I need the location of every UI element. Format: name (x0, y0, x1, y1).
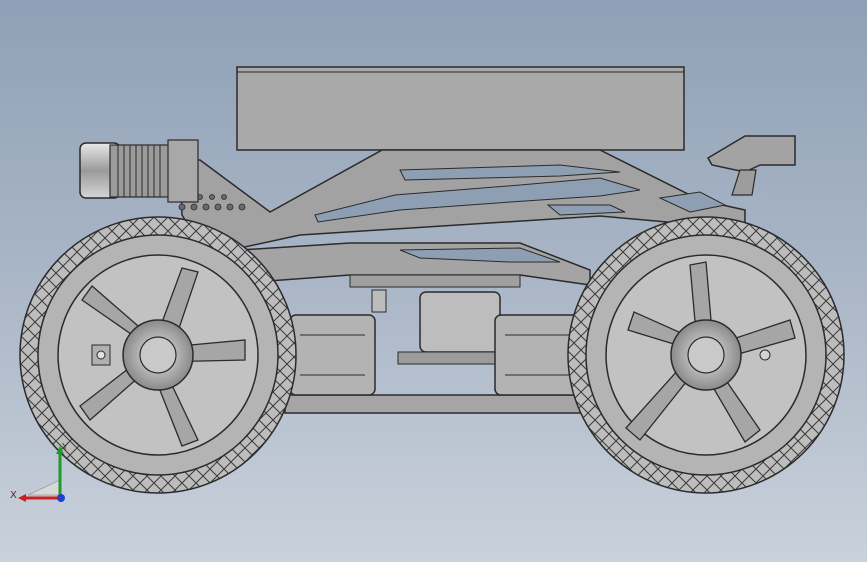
left-motor[interactable] (289, 314, 376, 396)
x-axis-label: X (10, 490, 17, 501)
cad-viewport[interactable]: Y X (0, 0, 867, 562)
robot-car-model[interactable] (0, 0, 867, 562)
center-motor[interactable] (397, 291, 501, 365)
battery-box[interactable] (236, 66, 685, 151)
y-axis-label: Y (61, 442, 69, 453)
z-axis-icon (57, 494, 65, 502)
rear-wheel[interactable] (567, 216, 845, 494)
front-bracket (91, 344, 111, 366)
x-axis-arrow-icon (18, 494, 26, 502)
orientation-triad[interactable]: Y X (10, 440, 80, 510)
front-camera[interactable] (79, 139, 199, 203)
rear-spoiler[interactable] (706, 135, 796, 196)
